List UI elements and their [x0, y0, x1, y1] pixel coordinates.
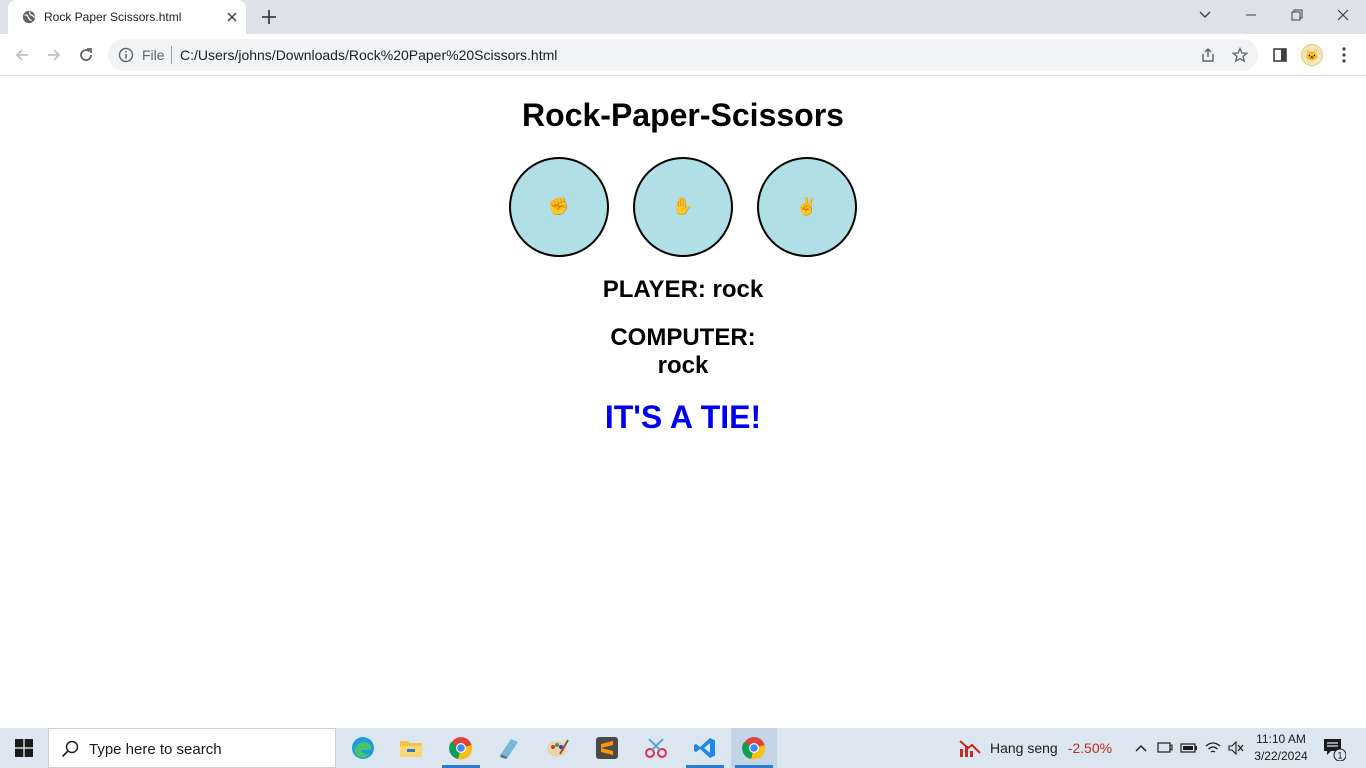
close-window-button[interactable] [1320, 0, 1366, 30]
stock-change: -2.50% [1067, 740, 1113, 756]
browser-toolbar: File C:/Users/johns/Downloads/Rock%20Pap… [0, 34, 1366, 76]
computer-choice: rock [657, 352, 709, 379]
stock-widget[interactable]: Hang seng -2.50% [958, 728, 1112, 768]
notification-center-button[interactable]: 1 [1322, 737, 1347, 762]
restore-button[interactable] [1274, 0, 1320, 30]
close-icon [1337, 9, 1349, 21]
taskbar-app-file-explorer[interactable] [388, 728, 434, 768]
search-placeholder: Type here to search [89, 741, 222, 758]
chevron-up-icon [1135, 745, 1147, 752]
info-icon[interactable] [118, 47, 134, 63]
victory-hand-icon: ✌ [796, 197, 818, 216]
page-content: Rock-Paper-Scissors ✊ ✋ ✌ PLAYER: rock C… [0, 77, 1366, 728]
volume-button[interactable] [1227, 739, 1245, 757]
edge-icon [352, 737, 374, 759]
minimize-icon [1246, 14, 1256, 16]
browser-tab[interactable]: Rock Paper Scissors.html [8, 0, 246, 34]
start-button[interactable] [0, 728, 48, 768]
hand-icon: ✋ [672, 197, 694, 216]
reload-button[interactable] [75, 44, 97, 66]
avatar-icon: 🐱 [1305, 49, 1319, 62]
meet-now-button[interactable] [1156, 739, 1174, 757]
folder-icon [400, 741, 422, 757]
chevron-down-icon [1199, 11, 1211, 18]
taskbar-search[interactable]: Type here to search [48, 728, 336, 768]
computer-label: COMPUTER: [610, 324, 756, 351]
taskbar-app-edge[interactable] [340, 728, 386, 768]
windows-logo-icon [15, 739, 33, 757]
restore-icon [1291, 9, 1303, 21]
url-scheme-label: File [142, 47, 165, 63]
menu-button[interactable] [1334, 45, 1354, 65]
choice-buttons: ✊ ✋ ✌ [509, 157, 857, 257]
vscode-icon [694, 738, 715, 758]
url-text[interactable]: C:/Users/johns/Downloads/Rock%20Paper%20… [180, 47, 557, 63]
reload-icon [80, 48, 92, 61]
chrome-icon [449, 737, 473, 760]
paper-button[interactable]: ✋ [633, 157, 733, 257]
fist-icon: ✊ [548, 197, 570, 216]
taskbar-app-notepad[interactable] [486, 728, 532, 768]
taskbar-app-vscode[interactable] [682, 728, 728, 768]
wifi-icon [1205, 742, 1221, 753]
stock-down-icon [959, 740, 981, 757]
notification-icon: 1 [1324, 739, 1347, 762]
tab-search-button[interactable] [1182, 0, 1228, 30]
globe-icon [22, 10, 36, 24]
star-icon[interactable] [1232, 47, 1248, 63]
side-panel-icon [1273, 48, 1287, 62]
display-icon [1157, 742, 1173, 753]
search-icon [61, 740, 79, 758]
taskbar-app-snipping-tool[interactable] [633, 728, 679, 768]
profile-avatar[interactable]: 🐱 [1301, 44, 1323, 66]
taskbar: Type here to search Hang seng -2.50% 11:… [0, 728, 1366, 768]
taskbar-app-paint[interactable] [535, 728, 581, 768]
computer-choice-text: COMPUTER: rock [583, 324, 783, 380]
side-panel-button[interactable] [1270, 45, 1290, 65]
arrow-left-icon [15, 49, 28, 61]
page-title: Rock-Paper-Scissors [522, 97, 844, 133]
scissors-button[interactable]: ✌ [757, 157, 857, 257]
stock-name: Hang seng [990, 740, 1058, 756]
taskbar-app-sublime[interactable] [584, 728, 630, 768]
taskbar-clock[interactable]: 11:10 AM 3/22/2024 [1248, 731, 1314, 765]
chrome-icon [742, 737, 766, 760]
scissors-icon [645, 738, 667, 758]
notepad-icon [500, 739, 518, 759]
taskbar-app-chrome[interactable] [731, 728, 777, 768]
clock-time: 11:10 AM [1256, 732, 1306, 746]
rock-button[interactable]: ✊ [509, 157, 609, 257]
clock-date: 3/22/2024 [1254, 749, 1308, 763]
divider [171, 46, 172, 64]
network-button[interactable] [1204, 739, 1222, 757]
sublime-text-icon [596, 737, 618, 759]
result-text: IT'S A TIE! [604, 399, 762, 435]
forward-button[interactable] [43, 44, 65, 66]
minimize-button[interactable] [1228, 0, 1274, 30]
back-button[interactable] [11, 44, 33, 66]
battery-icon [1180, 743, 1197, 753]
new-tab-icon[interactable] [260, 8, 278, 26]
player-choice-text: PLAYER: rock [602, 276, 764, 303]
volume-muted-icon [1228, 741, 1244, 755]
close-tab-icon[interactable] [224, 9, 240, 25]
paint-palette-icon [547, 739, 569, 757]
more-vert-icon [1342, 47, 1346, 63]
notification-count: 1 [1337, 751, 1342, 761]
tab-title: Rock Paper Scissors.html [44, 10, 182, 24]
taskbar-app-chrome-profile[interactable] [438, 728, 484, 768]
battery-button[interactable] [1180, 739, 1198, 757]
share-icon[interactable] [1200, 47, 1216, 63]
show-hidden-icons-button[interactable] [1132, 739, 1150, 757]
browser-tab-bar: Rock Paper Scissors.html [0, 0, 1366, 34]
address-bar[interactable]: File C:/Users/johns/Downloads/Rock%20Pap… [108, 39, 1258, 71]
arrow-right-icon [48, 49, 61, 61]
